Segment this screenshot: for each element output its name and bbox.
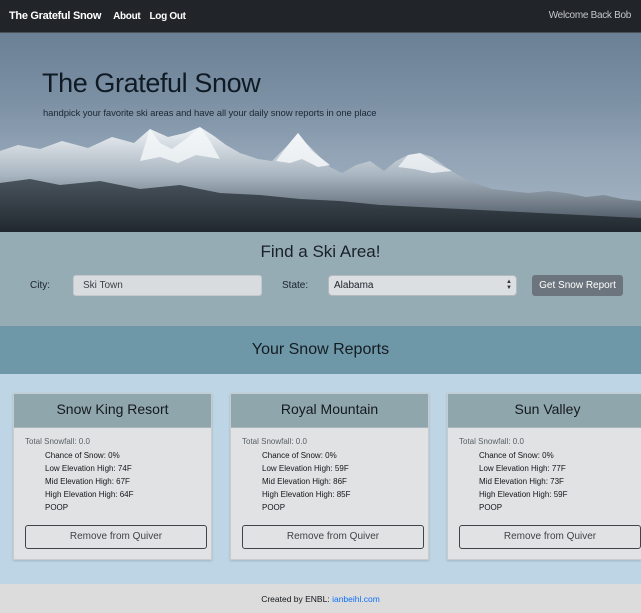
city-label: City: (30, 280, 50, 291)
get-snow-report-button[interactable]: Get Snow Report (532, 275, 623, 296)
report-card: Snow King Resort Total Snowfall: 0.0 Cha… (13, 393, 212, 560)
select-arrows-icon: ▲ ▼ (506, 279, 512, 291)
footer-link[interactable]: ianbeihl.com (332, 594, 380, 604)
state-select[interactable]: Alabama ▲ ▼ (328, 275, 517, 296)
report-card: Royal Mountain Total Snowfall: 0.0 Chanc… (230, 393, 429, 560)
chance-of-snow: Chance of Snow: 0% (45, 451, 120, 460)
search-title: Find a Ski Area! (260, 242, 381, 261)
high-elevation-high: High Elevation High: 85F (262, 490, 351, 499)
extra-note: POOP (45, 503, 69, 512)
remove-from-quiver-button[interactable]: Remove from Quiver (25, 525, 207, 549)
total-snowfall: Total Snowfall: 0.0 (25, 437, 90, 446)
welcome-text: Welcome Back Bob (548, 10, 632, 21)
city-input[interactable]: Ski Town (73, 275, 262, 296)
low-elevation-high: Low Elevation High: 74F (45, 464, 132, 473)
high-elevation-high: High Elevation High: 59F (479, 490, 568, 499)
card-title: Royal Mountain (231, 394, 428, 428)
low-elevation-high: Low Elevation High: 77F (479, 464, 566, 473)
remove-from-quiver-button[interactable]: Remove from Quiver (459, 525, 641, 549)
report-card: Sun Valley Total Snowfall: 0.0 Chance of… (447, 393, 641, 560)
card-title: Sun Valley (448, 394, 641, 428)
state-label: State: (282, 280, 309, 291)
hero-subtitle: handpick your favorite ski areas and hav… (43, 108, 377, 119)
footer: Created by ENBL: ianbeihl.com (0, 584, 641, 613)
footer-text: Created by ENBL: (261, 594, 330, 604)
low-elevation-high: Low Elevation High: 59F (262, 464, 349, 473)
reports-header: Your Snow Reports (0, 326, 641, 374)
mountain-image (0, 127, 641, 232)
search-section: Find a Ski Area! City: Ski Town State: A… (0, 232, 641, 326)
extra-note: POOP (262, 503, 286, 512)
hero-title: The Grateful Snow (42, 68, 261, 98)
card-title: Snow King Resort (14, 394, 211, 428)
reports-title: Your Snow Reports (251, 341, 390, 358)
remove-from-quiver-button[interactable]: Remove from Quiver (242, 525, 424, 549)
total-snowfall: Total Snowfall: 0.0 (242, 437, 307, 446)
total-snowfall: Total Snowfall: 0.0 (459, 437, 524, 446)
nav-about-link[interactable]: About (113, 11, 141, 22)
brand-link[interactable]: The Grateful Snow (9, 10, 101, 22)
hero-banner: The Grateful Snow handpick your favorite… (0, 33, 641, 232)
chance-of-snow: Chance of Snow: 0% (262, 451, 337, 460)
mid-elevation-high: Mid Elevation High: 86F (262, 477, 347, 486)
chance-of-snow: Chance of Snow: 0% (479, 451, 554, 460)
mid-elevation-high: Mid Elevation High: 73F (479, 477, 564, 486)
nav-logout-link[interactable]: Log Out (149, 11, 186, 22)
extra-note: POOP (479, 503, 503, 512)
state-select-value: Alabama (334, 280, 374, 291)
mid-elevation-high: Mid Elevation High: 67F (45, 477, 130, 486)
high-elevation-high: High Elevation High: 64F (45, 490, 134, 499)
navbar: The Grateful Snow About Log Out Welcome … (0, 0, 641, 33)
